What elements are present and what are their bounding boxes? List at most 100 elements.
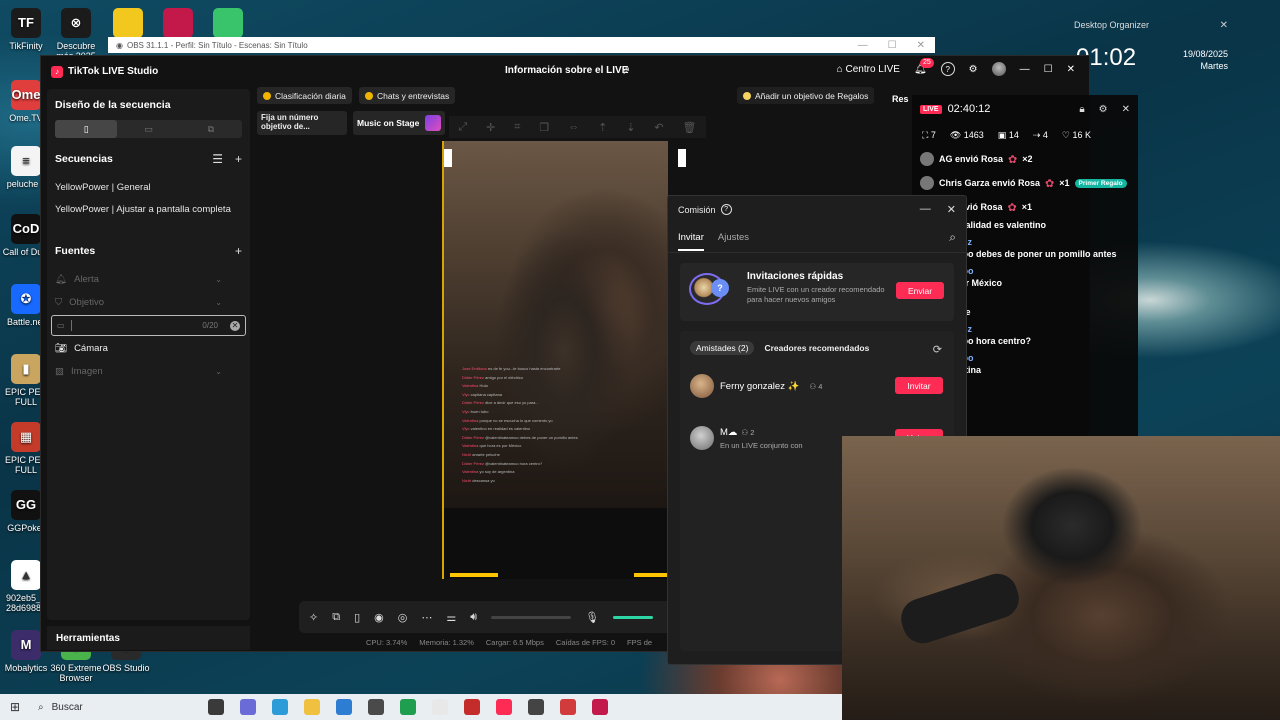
list-icon[interactable]: ☰: [212, 152, 223, 166]
stage-icon: [425, 115, 442, 131]
tab-ajustes[interactable]: Ajustes: [718, 232, 749, 243]
mixer-icon[interactable]: ⚌: [446, 611, 456, 624]
lock-icon[interactable]: 🔒︎: [1079, 104, 1084, 115]
obs-window-titlebar[interactable]: ◉ OBS 31.1.1 - Perfil: Sin Título - Esce…: [108, 37, 935, 53]
portrait-layout-button[interactable]: ▯: [55, 120, 118, 138]
tab-friends[interactable]: Amistades (2): [690, 341, 755, 355]
center-icon[interactable]: ✛: [486, 121, 495, 134]
question-icon: ?: [711, 279, 729, 297]
layer-down-icon[interactable]: ⇣: [626, 121, 635, 134]
gift-event: Chris Garza envió Rosa ✿ ×1 Primer Regalo: [912, 171, 1138, 195]
desktop-icon[interactable]: ⊗Descubre más 2025: [48, 8, 104, 61]
maximize-icon[interactable]: ☐: [1044, 64, 1053, 75]
close-icon[interactable]: ✕: [1067, 64, 1075, 75]
phone-icon[interactable]: ▯: [354, 611, 360, 624]
goal-card[interactable]: Fija un número objetivo de...: [257, 111, 347, 135]
copy-icon[interactable]: ❐: [539, 121, 549, 134]
taskbar-app-icon[interactable]: [336, 699, 352, 715]
tab-recommended[interactable]: Creadores recomendados: [760, 341, 873, 355]
daily-ranking-chip[interactable]: Clasificación diaria: [257, 87, 352, 104]
chats-interviews-chip[interactable]: Chats y entrevistas: [359, 87, 456, 104]
minimize-icon[interactable]: —: [1020, 64, 1030, 75]
close-icon[interactable]: ✕: [917, 40, 925, 51]
source-name-input[interactable]: ▭ 0/20 ✕: [51, 315, 246, 336]
live-info-title[interactable]: Información sobre el LIVE: [505, 65, 628, 76]
music-on-stage-card[interactable]: Music on Stage: [353, 111, 445, 135]
taskbar-app-icon[interactable]: [368, 699, 384, 715]
gear-icon[interactable]: ⚙: [1099, 104, 1108, 115]
mic-icon[interactable]: 🎙︎: [585, 611, 599, 624]
search-icon[interactable]: ⌕: [949, 230, 956, 245]
tools-section[interactable]: Herramientas: [47, 626, 250, 650]
source-camera[interactable]: 📷︎ Cámara: [55, 337, 242, 360]
app-icon: ≡: [11, 146, 41, 176]
sequence-item[interactable]: YellowPower | Ajustar a pantalla complet…: [55, 198, 242, 220]
close-icon[interactable]: ✕: [1220, 20, 1228, 31]
performance-stats: CPU: 3.74% Memoria: 1.32% Cargar: 6.5 Mb…: [366, 638, 652, 647]
sequence-item[interactable]: YellowPower | General: [55, 176, 242, 198]
close-icon[interactable]: ✕: [947, 203, 956, 216]
undo-icon[interactable]: ↶: [654, 121, 663, 134]
chevron-down-icon[interactable]: ⌄: [215, 367, 222, 376]
close-icon[interactable]: ✕: [1122, 104, 1130, 115]
effects-icon[interactable]: ⧉: [332, 611, 340, 624]
gear-icon[interactable]: ⚙: [969, 64, 978, 75]
taskbar-app-icon[interactable]: [432, 699, 448, 715]
refresh-icon[interactable]: ⟳: [933, 343, 942, 356]
taskbar-app-icon[interactable]: [464, 699, 480, 715]
split-layout-button[interactable]: ⧉: [180, 120, 242, 138]
layer-up-icon[interactable]: ⇡: [598, 121, 607, 134]
camera-switch-icon[interactable]: ◎: [398, 611, 408, 624]
search-box[interactable]: ⌕ Buscar: [30, 696, 200, 718]
trash-icon[interactable]: 🗑︎: [682, 121, 696, 134]
more-icon[interactable]: ⋯: [421, 611, 432, 624]
add-icon[interactable]: +: [235, 152, 242, 166]
landscape-layout-button[interactable]: ▭: [117, 120, 179, 138]
tab-invitar[interactable]: Invitar: [678, 232, 704, 251]
windows-start-icon[interactable]: ⊞: [0, 700, 30, 714]
likes-stat: ♡ 16 K: [1061, 129, 1091, 140]
help-icon[interactable]: ?: [940, 62, 955, 76]
taskbar-app-icon[interactable]: [240, 699, 256, 715]
taskbar-app-icon[interactable]: [560, 699, 576, 715]
avatar[interactable]: [991, 62, 1006, 76]
taskbar-app-icon[interactable]: [272, 699, 288, 715]
magic-icon[interactable]: ✧: [309, 611, 318, 624]
help-icon[interactable]: ?: [720, 204, 732, 215]
add-gift-goal-chip[interactable]: Añadir un objetivo de Regalos: [737, 87, 875, 104]
clear-icon[interactable]: ✕: [230, 320, 240, 331]
organizer-title: Desktop Organizer: [1074, 20, 1150, 30]
minimize-icon[interactable]: —: [858, 40, 868, 51]
taskbar-app-icon[interactable]: [592, 699, 608, 715]
bell-icon: 🔔︎: [55, 274, 68, 285]
taskbar-app-icon[interactable]: [208, 699, 224, 715]
record-icon[interactable]: ◉: [374, 611, 384, 624]
chevron-down-icon[interactable]: ⌄: [215, 298, 222, 307]
live-preview[interactable]: Jose Emiliano es de fe you...te busco ha…: [442, 141, 686, 579]
taskbar-app-icon[interactable]: [304, 699, 320, 715]
taskbar-app-icon[interactable]: [496, 699, 512, 715]
chevron-down-icon[interactable]: ⌄: [215, 275, 222, 284]
minimize-icon[interactable]: —: [920, 203, 931, 216]
taskbar-app-icon[interactable]: [400, 699, 416, 715]
volume-icon[interactable]: 🔊︎: [470, 611, 477, 624]
fit-icon[interactable]: ⤢: [458, 121, 467, 134]
sidebar: Diseño de la secuencia ▯ ▭ ⧉ Secuencias …: [47, 89, 250, 620]
invite-button[interactable]: Invitar: [895, 377, 943, 394]
desktop-icon[interactable]: TF TikFinity: [0, 8, 54, 51]
volume-slider[interactable]: [491, 615, 572, 619]
add-source-icon[interactable]: +: [235, 244, 242, 258]
centro-live-button[interactable]: ⌂ Centro LIVE: [837, 64, 900, 75]
send-button[interactable]: Enviar: [896, 282, 944, 299]
camera-icon: 📷︎: [55, 343, 68, 354]
share-icon[interactable]: ⇗: [621, 64, 630, 77]
source-alert[interactable]: 🔔︎ Alerta ⌄: [55, 268, 242, 291]
source-goal[interactable]: ⛉ Objetivo ⌄: [55, 291, 242, 314]
flip-icon[interactable]: ⇔: [568, 121, 579, 133]
maximize-icon[interactable]: ☐: [888, 40, 897, 51]
text-caret: [70, 320, 72, 331]
source-image[interactable]: ▨ Imagen ⌄: [55, 360, 242, 383]
crop-icon[interactable]: ⌗: [514, 121, 520, 134]
bell-icon[interactable]: 🔔︎ 25: [914, 57, 934, 75]
taskbar-app-icon[interactable]: [528, 699, 544, 715]
